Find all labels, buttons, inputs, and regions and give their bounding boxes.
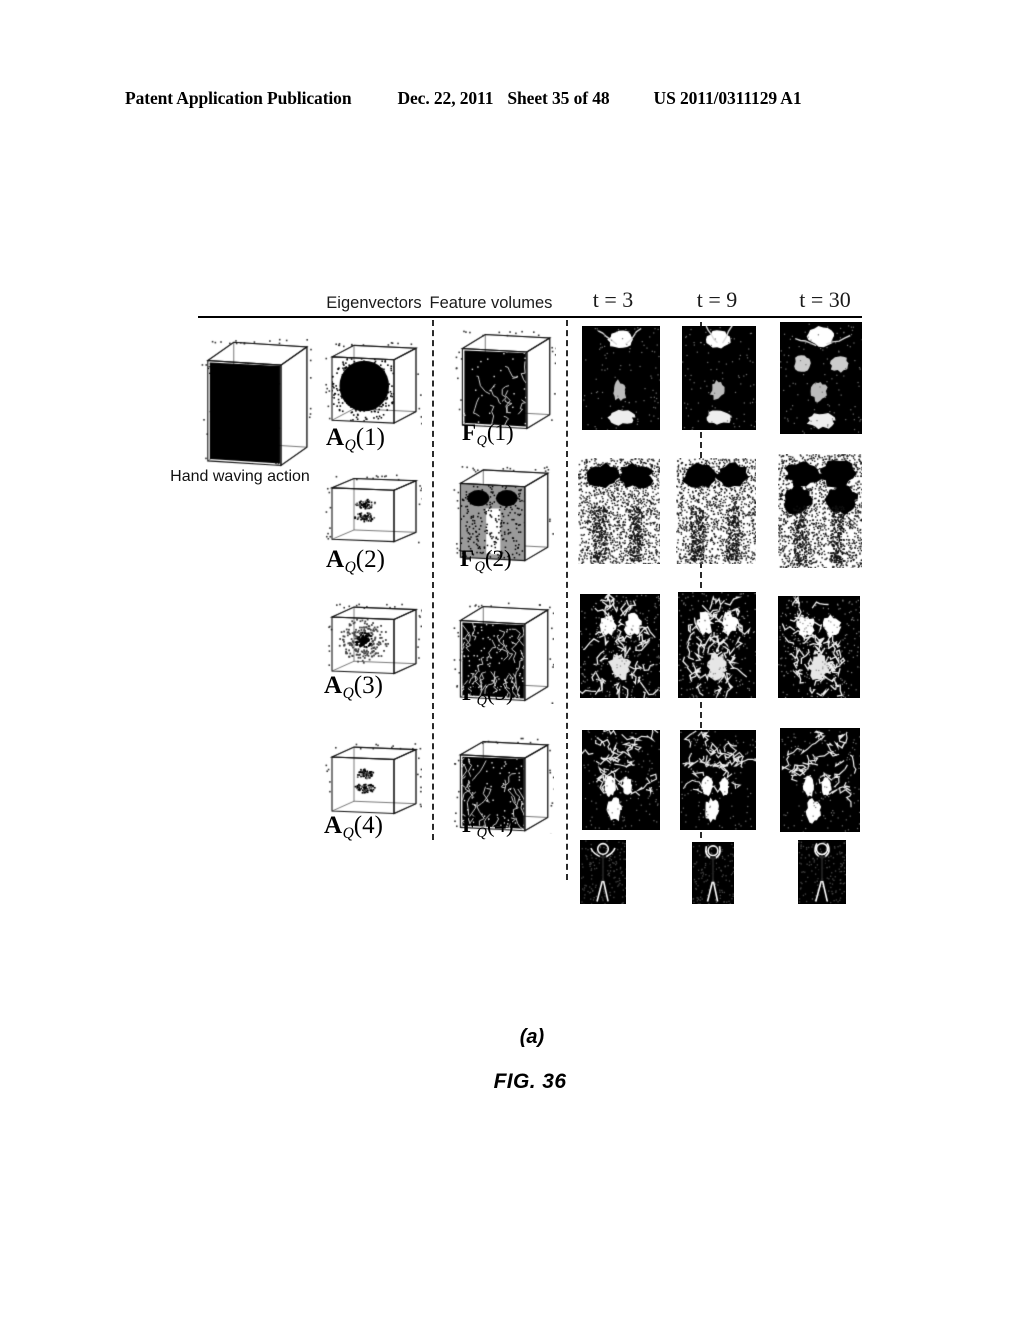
feature-volume-label-3: FQ(3) [462, 680, 514, 710]
frame-r2-t9 [676, 458, 756, 564]
feature-volume-label-3-sub: Q [476, 692, 487, 709]
frame-r2-t30 [778, 454, 862, 568]
subfigure-caption: (a) [519, 1026, 545, 1048]
feature-volume-label-4-index: (4) [486, 812, 514, 837]
column-header-feature-volumes: Feature volumes [429, 294, 553, 312]
eigenvector-label-4-base: A [324, 812, 343, 839]
frame-r3-t3 [580, 594, 660, 698]
frame-r4-t30 [780, 728, 860, 832]
feature-volume-label-4-sub: Q [476, 824, 487, 841]
action-label: Hand waving action [170, 468, 310, 485]
eigenvector-label-1-index: (1) [355, 424, 385, 451]
frame-r3-t30 [778, 596, 860, 698]
frame-r2-t3 [578, 458, 660, 564]
eigenvector-label-2-sub: Q [344, 558, 356, 576]
feature-volume-label-1-sub: Q [476, 432, 487, 449]
eigenvector-label-4-sub: Q [342, 824, 354, 842]
figure-caption: FIG. 36 [493, 1070, 567, 1093]
eigenvector-volume-3 [322, 594, 422, 676]
eigenvector-volume-4 [322, 734, 422, 816]
column-header-t30: t = 30 [799, 287, 851, 312]
eigenvector-label-1-base: A [326, 424, 345, 451]
eigenvector-volume-2 [322, 466, 422, 544]
feature-volume-label-2-base: F [460, 546, 475, 571]
eigenvector-label-3-sub: Q [342, 684, 354, 702]
feature-volume-label-3-index: (3) [486, 680, 514, 705]
column-header-t3: t = 3 [592, 287, 634, 312]
feature-volume-1 [452, 316, 556, 432]
frame-r4-t9 [680, 730, 756, 830]
column-separator-2 [566, 320, 568, 880]
feature-volume-label-1: FQ(1) [462, 420, 514, 450]
eigenvector-volume-1 [322, 330, 422, 426]
eigenvector-label-3-base: A [324, 672, 343, 699]
frame-r1-t30 [780, 322, 862, 434]
column-separator-1 [432, 320, 434, 840]
column-header-eigenvectors: Eigenvectors [326, 294, 422, 312]
eigenvector-label-2: AQ(2) [326, 546, 385, 577]
frame-r3-t9 [678, 592, 756, 698]
feature-volume-label-1-index: (1) [486, 420, 514, 445]
column-header-t9: t = 9 [696, 287, 738, 312]
frame-r5-t30 [798, 840, 846, 904]
frame-r5-t9 [692, 842, 734, 904]
feature-volume-label-4: FQ(4) [462, 812, 514, 842]
hand-waving-action-volume [196, 318, 314, 470]
eigenvector-label-3-index: (3) [353, 672, 383, 699]
feature-volume-label-1-base: F [462, 420, 477, 445]
feature-volume-label-2: FQ(2) [460, 546, 512, 576]
feature-volume-label-4-base: F [462, 812, 477, 837]
frame-r1-t9 [682, 326, 756, 430]
feature-volume-label-2-sub: Q [474, 558, 485, 575]
eigenvector-label-4: AQ(4) [324, 812, 383, 843]
feature-volume-label-3-base: F [462, 680, 477, 705]
eigenvector-label-2-base: A [326, 546, 345, 573]
feature-volume-label-2-index: (2) [484, 546, 512, 571]
figure-36: Eigenvectors Feature volumes t = 3 t = 9… [0, 0, 1024, 1320]
frame-r1-t3 [582, 326, 660, 430]
figure-column-headers: Eigenvectors Feature volumes t = 3 t = 9… [198, 285, 862, 313]
frame-r4-t3 [582, 730, 660, 830]
eigenvector-label-2-index: (2) [355, 546, 385, 573]
eigenvector-label-4-index: (4) [353, 812, 383, 839]
eigenvector-label-1: AQ(1) [326, 424, 385, 455]
eigenvector-label-3: AQ(3) [324, 672, 383, 703]
frame-r5-t3 [580, 840, 626, 904]
eigenvector-label-1-sub: Q [344, 436, 356, 454]
